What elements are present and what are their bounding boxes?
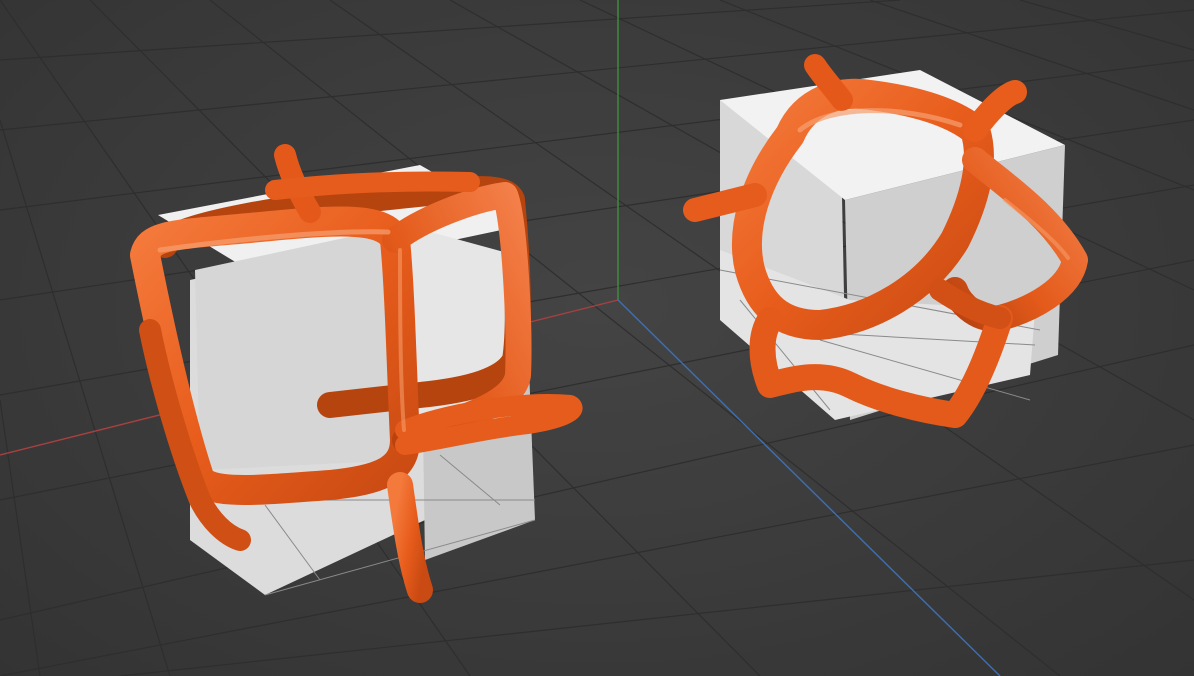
cube-right[interactable]	[683, 54, 1088, 428]
cube-left[interactable]	[130, 144, 583, 603]
viewport-canvas[interactable]	[0, 0, 1194, 676]
3d-viewport[interactable]	[0, 0, 1194, 676]
cube-left-inner-face	[195, 225, 405, 470]
